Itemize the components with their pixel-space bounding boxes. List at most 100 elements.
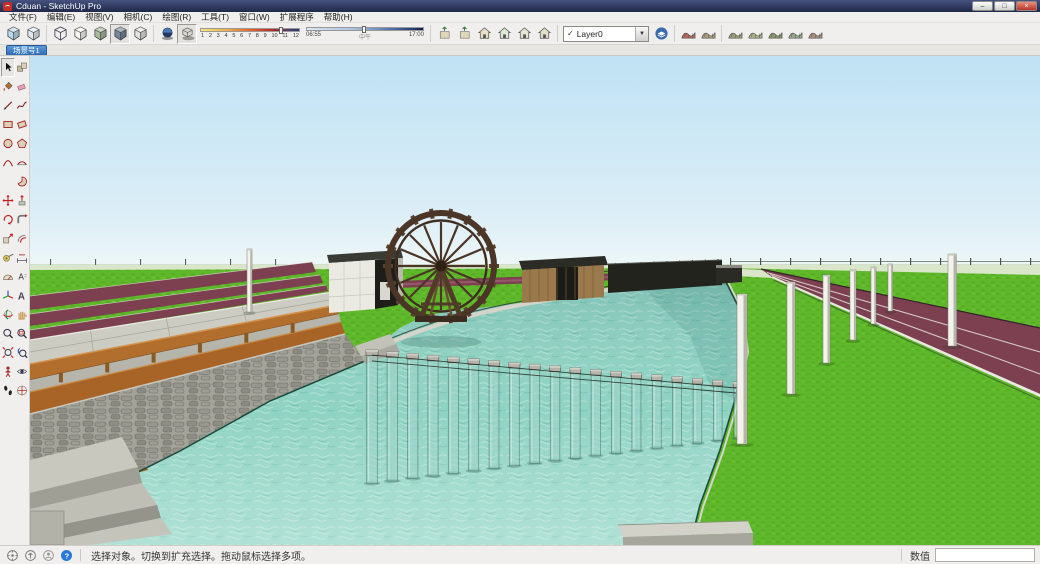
time-slider-bar[interactable] (306, 27, 424, 31)
tool-tape-measure-button[interactable] (1, 248, 15, 267)
status-separator (901, 549, 902, 561)
sign-in-button[interactable] (41, 548, 56, 563)
iso-view-button[interactable] (474, 24, 494, 44)
tool-zoom-window-button[interactable] (15, 324, 29, 343)
tool-rotated-rectangle-button[interactable] (15, 115, 29, 134)
scene-tab[interactable]: 场景号1 (6, 45, 47, 55)
tool-zoom-window-icon (16, 327, 28, 340)
tool-make-component-button[interactable] (15, 58, 29, 77)
tool-pie-button[interactable] (15, 172, 29, 191)
tool-protractor-button[interactable] (1, 267, 15, 286)
menu-item-tools[interactable]: 工具(T) (196, 11, 234, 23)
menu-item-draw[interactable]: 绘图(R) (157, 11, 196, 23)
face-style-shaded-with-textures-button[interactable] (110, 24, 130, 44)
tool-polygon-button[interactable] (15, 134, 29, 153)
tool-circle-button[interactable] (1, 134, 15, 153)
section-plane-button[interactable] (434, 24, 454, 44)
tool-offset-icon (16, 232, 28, 245)
tool-line-button[interactable] (1, 96, 15, 115)
flip-edge-button[interactable] (805, 24, 825, 44)
tool-zoom-extents-button[interactable] (1, 343, 15, 362)
section-display-button[interactable] (454, 24, 474, 44)
tool-eraser-button[interactable] (15, 77, 29, 96)
layer-combo[interactable]: ✓ Layer0 ▼ (563, 26, 649, 42)
menu-item-camera[interactable]: 相机(C) (119, 11, 158, 23)
top-view-button[interactable] (494, 24, 514, 44)
bottom-platform (618, 521, 753, 545)
drape-button[interactable] (765, 24, 785, 44)
tool-look-around-button[interactable] (15, 362, 29, 381)
measure-input[interactable] (935, 548, 1035, 562)
tool-select-button[interactable] (1, 58, 15, 77)
right-view-button[interactable] (534, 24, 554, 44)
shadow-time-slider[interactable]: 06:55 中午 17:00 (306, 27, 424, 41)
tool-zoom-button[interactable] (1, 324, 15, 343)
tool-axes-button[interactable] (1, 286, 15, 305)
tool-offset-button[interactable] (15, 229, 29, 248)
menu-item-edit[interactable]: 编辑(E) (42, 11, 80, 23)
face-style-hidden-line-button[interactable] (70, 24, 90, 44)
claim-credit-button[interactable] (23, 548, 38, 563)
tool-rotate-button[interactable] (1, 210, 15, 229)
tool-position-camera-button[interactable] (1, 362, 15, 381)
viewport-3d-scene[interactable] (30, 56, 1040, 545)
section-plane-icon (437, 26, 452, 41)
tool-freehand-button[interactable] (15, 96, 29, 115)
menu-item-help[interactable]: 帮助(H) (319, 11, 358, 23)
face-style-xray-icon (6, 26, 21, 41)
tool-three-point-arc-button[interactable] (1, 172, 15, 191)
face-styles-group (3, 24, 150, 44)
face-style-shaded-button[interactable] (90, 24, 110, 44)
layer-manager-button[interactable] (651, 24, 671, 44)
tool-rotate-icon (2, 213, 14, 226)
tool-text-button[interactable] (15, 267, 29, 286)
sandbox-from-contours-button[interactable] (678, 24, 698, 44)
date-slider-thumb[interactable] (279, 27, 283, 34)
tool-dimension-button[interactable] (15, 248, 29, 267)
time-slider-thumb[interactable] (362, 26, 366, 33)
date-slider-bar[interactable] (200, 28, 300, 32)
shadow-toggle-button[interactable] (177, 24, 197, 44)
tool-two-point-arc-button[interactable] (15, 153, 29, 172)
menu-item-view[interactable]: 视图(V) (80, 11, 118, 23)
stamp-button[interactable] (745, 24, 765, 44)
add-detail-button[interactable] (785, 24, 805, 44)
face-style-monochrome-button[interactable] (130, 24, 150, 44)
tool-3d-text-button[interactable] (15, 286, 29, 305)
shadow-date-slider[interactable]: 123456789101112 (200, 28, 300, 39)
tool-paint-bucket-button[interactable] (1, 77, 15, 96)
tool-scale-button[interactable] (1, 229, 15, 248)
minimize-button[interactable]: – (972, 1, 993, 11)
viewport[interactable] (30, 56, 1040, 545)
tool-pan-button[interactable] (15, 305, 29, 324)
shadow-settings-button[interactable] (157, 24, 177, 44)
tool-rectangle-button[interactable] (1, 115, 15, 134)
maximize-button[interactable]: □ (994, 1, 1015, 11)
smoove-button[interactable] (725, 24, 745, 44)
tool-section-plane-button[interactable] (15, 381, 29, 400)
tool-previous-button[interactable] (15, 343, 29, 362)
tool-follow-me-button[interactable] (15, 210, 29, 229)
layer-combo-dropdown-icon[interactable]: ▼ (635, 27, 648, 41)
menu-item-file[interactable]: 文件(F) (4, 11, 42, 23)
tool-walk-button[interactable] (1, 381, 15, 400)
shadow-buttons-group (157, 24, 197, 44)
face-style-xray-button[interactable] (3, 24, 23, 44)
sky (30, 56, 1040, 278)
menu-item-extensions[interactable]: 扩展程序 (275, 11, 319, 23)
close-button[interactable]: × (1016, 1, 1037, 11)
face-style-monochrome-icon (133, 26, 148, 41)
tool-arc-button[interactable] (1, 153, 15, 172)
help-button[interactable] (59, 548, 74, 563)
tool-move-button[interactable] (1, 191, 15, 210)
face-style-back-edges-button[interactable] (23, 24, 43, 44)
tool-select-icon (2, 61, 14, 74)
menu-item-window[interactable]: 窗口(W) (234, 11, 275, 23)
tool-axes-icon (2, 289, 14, 302)
front-view-button[interactable] (514, 24, 534, 44)
geolocation-button[interactable] (5, 548, 20, 563)
tool-push-pull-button[interactable] (15, 191, 29, 210)
face-style-wireframe-button[interactable] (50, 24, 70, 44)
tool-orbit-button[interactable] (1, 305, 15, 324)
sandbox-from-scratch-button[interactable] (698, 24, 718, 44)
